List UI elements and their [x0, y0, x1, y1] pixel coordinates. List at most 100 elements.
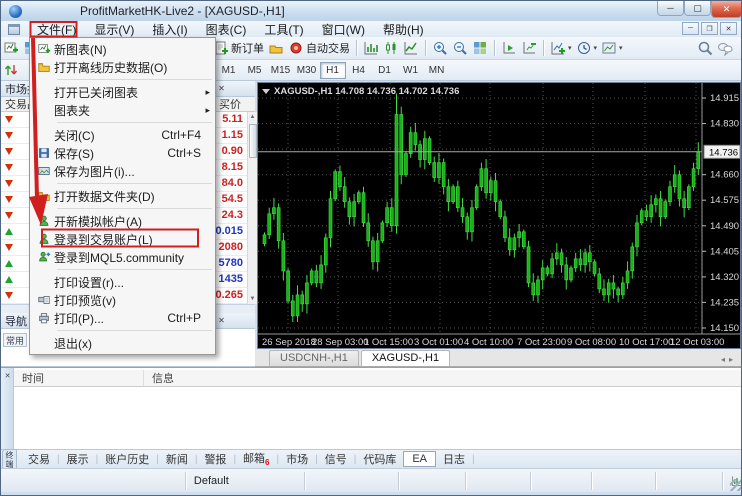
tester-button[interactable]	[499, 39, 519, 58]
terminal-tab-2[interactable]: 展示	[60, 450, 96, 468]
child-minimize-button[interactable]: ─	[682, 22, 699, 35]
timeframe-button-d1[interactable]: D1	[372, 62, 398, 79]
navigator-tab-common[interactable]: 常用	[3, 333, 27, 347]
zoom-in-button-icon	[432, 40, 448, 56]
timeframe-button-m1[interactable]: M1	[216, 62, 242, 79]
file-menu-item[interactable]: 关闭(C)Ctrl+F4	[30, 126, 215, 144]
file-menu-item[interactable]: 退出(x)	[30, 334, 215, 352]
terminal-tab-7[interactable]: 市场	[279, 450, 315, 468]
time-column-header[interactable]: 时间	[14, 370, 144, 386]
zoom-out-button[interactable]	[450, 39, 470, 58]
menu-item-label: 打开数据文件夹(D)	[54, 188, 215, 205]
chart-tab-xagusdh1[interactable]: XAGUSD-,H1	[361, 350, 450, 366]
status-profile-cell[interactable]: Default	[186, 472, 305, 490]
depth-button[interactable]	[519, 39, 539, 58]
bid-column-header[interactable]: 买价	[219, 96, 255, 112]
file-menu-item[interactable]: 打开数据文件夹(D)	[30, 187, 215, 205]
chat-button[interactable]	[715, 39, 735, 58]
child-restore-button[interactable]: ❐	[701, 22, 718, 35]
timeframe-button-w1[interactable]: W1	[398, 62, 424, 79]
terminal-tab-6[interactable]: 邮箱6	[236, 449, 276, 468]
terminal-tab-9[interactable]: 代码库	[356, 450, 403, 468]
file-menu-item[interactable]: 打印预览(v)	[30, 291, 215, 309]
status-bar: Default	[1, 468, 742, 492]
terminal-tab-11[interactable]: 日志	[436, 450, 472, 468]
file-menu-item[interactable]: 登录到MQL5.community	[30, 248, 215, 266]
maximize-button[interactable]: ▢	[684, 1, 711, 16]
mail-badge: 6	[265, 459, 269, 468]
timeframe-button-mn[interactable]: MN	[424, 62, 450, 79]
periods-button[interactable]: ▾	[574, 39, 600, 58]
terminal-tab-4[interactable]: 新闻	[159, 450, 195, 468]
minimize-button[interactable]: ─	[657, 1, 684, 16]
market-watch-scrollbar[interactable]: ▲ ▼	[247, 112, 257, 304]
message-column-header[interactable]: 信息	[144, 370, 174, 386]
menu-item-label: 登录到交易账户(L)	[54, 231, 215, 248]
chart-tab-usdcnhh1[interactable]: USDCNH-,H1	[269, 350, 359, 366]
scroll-down-icon[interactable]: ▼	[248, 294, 257, 304]
file-menu-item[interactable]: 登录到交易账户(L)	[30, 230, 215, 248]
terminal-tab-10[interactable]: EA	[403, 451, 436, 467]
candle-chart-button[interactable]	[381, 39, 401, 58]
tab-scroll-arrows-icon[interactable]: ◂▸	[721, 355, 737, 364]
tile-windows-button[interactable]	[470, 39, 490, 58]
bid-price: 8.15	[222, 161, 243, 173]
printer-icon	[34, 310, 54, 326]
scroll-thumb[interactable]	[249, 124, 257, 158]
file-menu-item[interactable]: 新图表(N)	[30, 40, 215, 58]
autotrading-button[interactable]: 自动交易	[286, 39, 352, 58]
timeframe-button-h1[interactable]: H1	[320, 62, 346, 79]
navigator-close-icon[interactable]: ✕	[216, 315, 227, 326]
menubar-item-7[interactable]: 帮助(H)	[374, 20, 433, 39]
terminal-vertical-tab[interactable]: 终端	[2, 449, 17, 470]
menubar-item-4[interactable]: 图表(C)	[197, 20, 256, 39]
line-chart-button[interactable]	[401, 39, 421, 58]
file-menu-item[interactable]: 打印设置(r)...	[30, 273, 215, 291]
price-chart[interactable]: 14.91514.83014.66014.57514.49014.40514.3…	[257, 82, 741, 349]
timeframe-button-m5[interactable]: M5	[242, 62, 268, 79]
menubar-item-2[interactable]: 显示(V)	[85, 20, 143, 39]
terminal-tab-5[interactable]: 警报	[197, 450, 233, 468]
resize-grip[interactable]	[730, 479, 742, 491]
search-button[interactable]	[695, 39, 715, 58]
svg-text:4 Oct 10:00: 4 Oct 10:00	[464, 337, 513, 348]
file-menu-item[interactable]: 打开已关闭图表▸	[30, 83, 215, 101]
history-center-button[interactable]	[266, 39, 286, 58]
file-menu-item[interactable]: 图表夹▸	[30, 101, 215, 119]
menubar-item-3[interactable]: 插入(I)	[143, 20, 196, 39]
bar-chart-button[interactable]	[361, 39, 381, 58]
zoom-in-button[interactable]	[430, 39, 450, 58]
timeframe-button-m30[interactable]: M30	[294, 62, 320, 79]
scroll-up-icon[interactable]: ▲	[248, 112, 257, 122]
crosshair-tools-button[interactable]	[1, 61, 21, 80]
new-chart-button[interactable]	[1, 39, 21, 58]
terminal-tab-3[interactable]: 账户历史	[98, 450, 156, 468]
close-button[interactable]: ✕	[711, 1, 742, 18]
file-menu-item[interactable]: 保存为图片(i)...	[30, 162, 215, 180]
terminal-header: 时间 信息	[14, 370, 742, 387]
file-menu-item[interactable]: 开新模拟帐户(A)	[30, 212, 215, 230]
timeframe-button-h4[interactable]: H4	[346, 62, 372, 79]
menu-item-label: 开新模拟帐户(A)	[54, 213, 215, 230]
file-menu-item[interactable]: 打开离线历史数据(O)	[30, 58, 215, 76]
terminal-close-icon[interactable]: ✕	[3, 371, 12, 380]
new-order-button[interactable]: 新订单	[211, 39, 266, 58]
child-close-button[interactable]: ✕	[720, 22, 737, 35]
menubar-item-6[interactable]: 窗口(W)	[313, 20, 374, 39]
file-menu-item[interactable]: 保存(S)Ctrl+S	[30, 144, 215, 162]
templates-button[interactable]: ▾	[599, 39, 625, 58]
line-chart-button-icon	[403, 40, 419, 56]
terminal-tab-8[interactable]: 信号	[318, 450, 354, 468]
file-menu-item[interactable]: 打印(P)...Ctrl+P	[30, 309, 215, 327]
timeframe-button-m15[interactable]: M15	[268, 62, 294, 79]
terminal-tab-strip: 终端 交易|展示|账户历史|新闻|警报|邮箱6|市场|信号|代码库EA日志|	[1, 449, 742, 468]
menu-separator	[57, 79, 212, 80]
terminal-tab-1[interactable]: 交易	[21, 450, 57, 468]
indicators-button[interactable]: ▾	[548, 39, 574, 58]
chart-window-icon[interactable]	[8, 24, 20, 35]
menubar-item-1[interactable]: 文件(F)	[28, 20, 85, 39]
menubar-item-5[interactable]: 工具(T)	[255, 20, 312, 39]
svg-text:14.150: 14.150	[710, 323, 739, 334]
market-watch-close-icon[interactable]: ✕	[216, 83, 227, 94]
bid-price: 0.90	[222, 145, 243, 157]
